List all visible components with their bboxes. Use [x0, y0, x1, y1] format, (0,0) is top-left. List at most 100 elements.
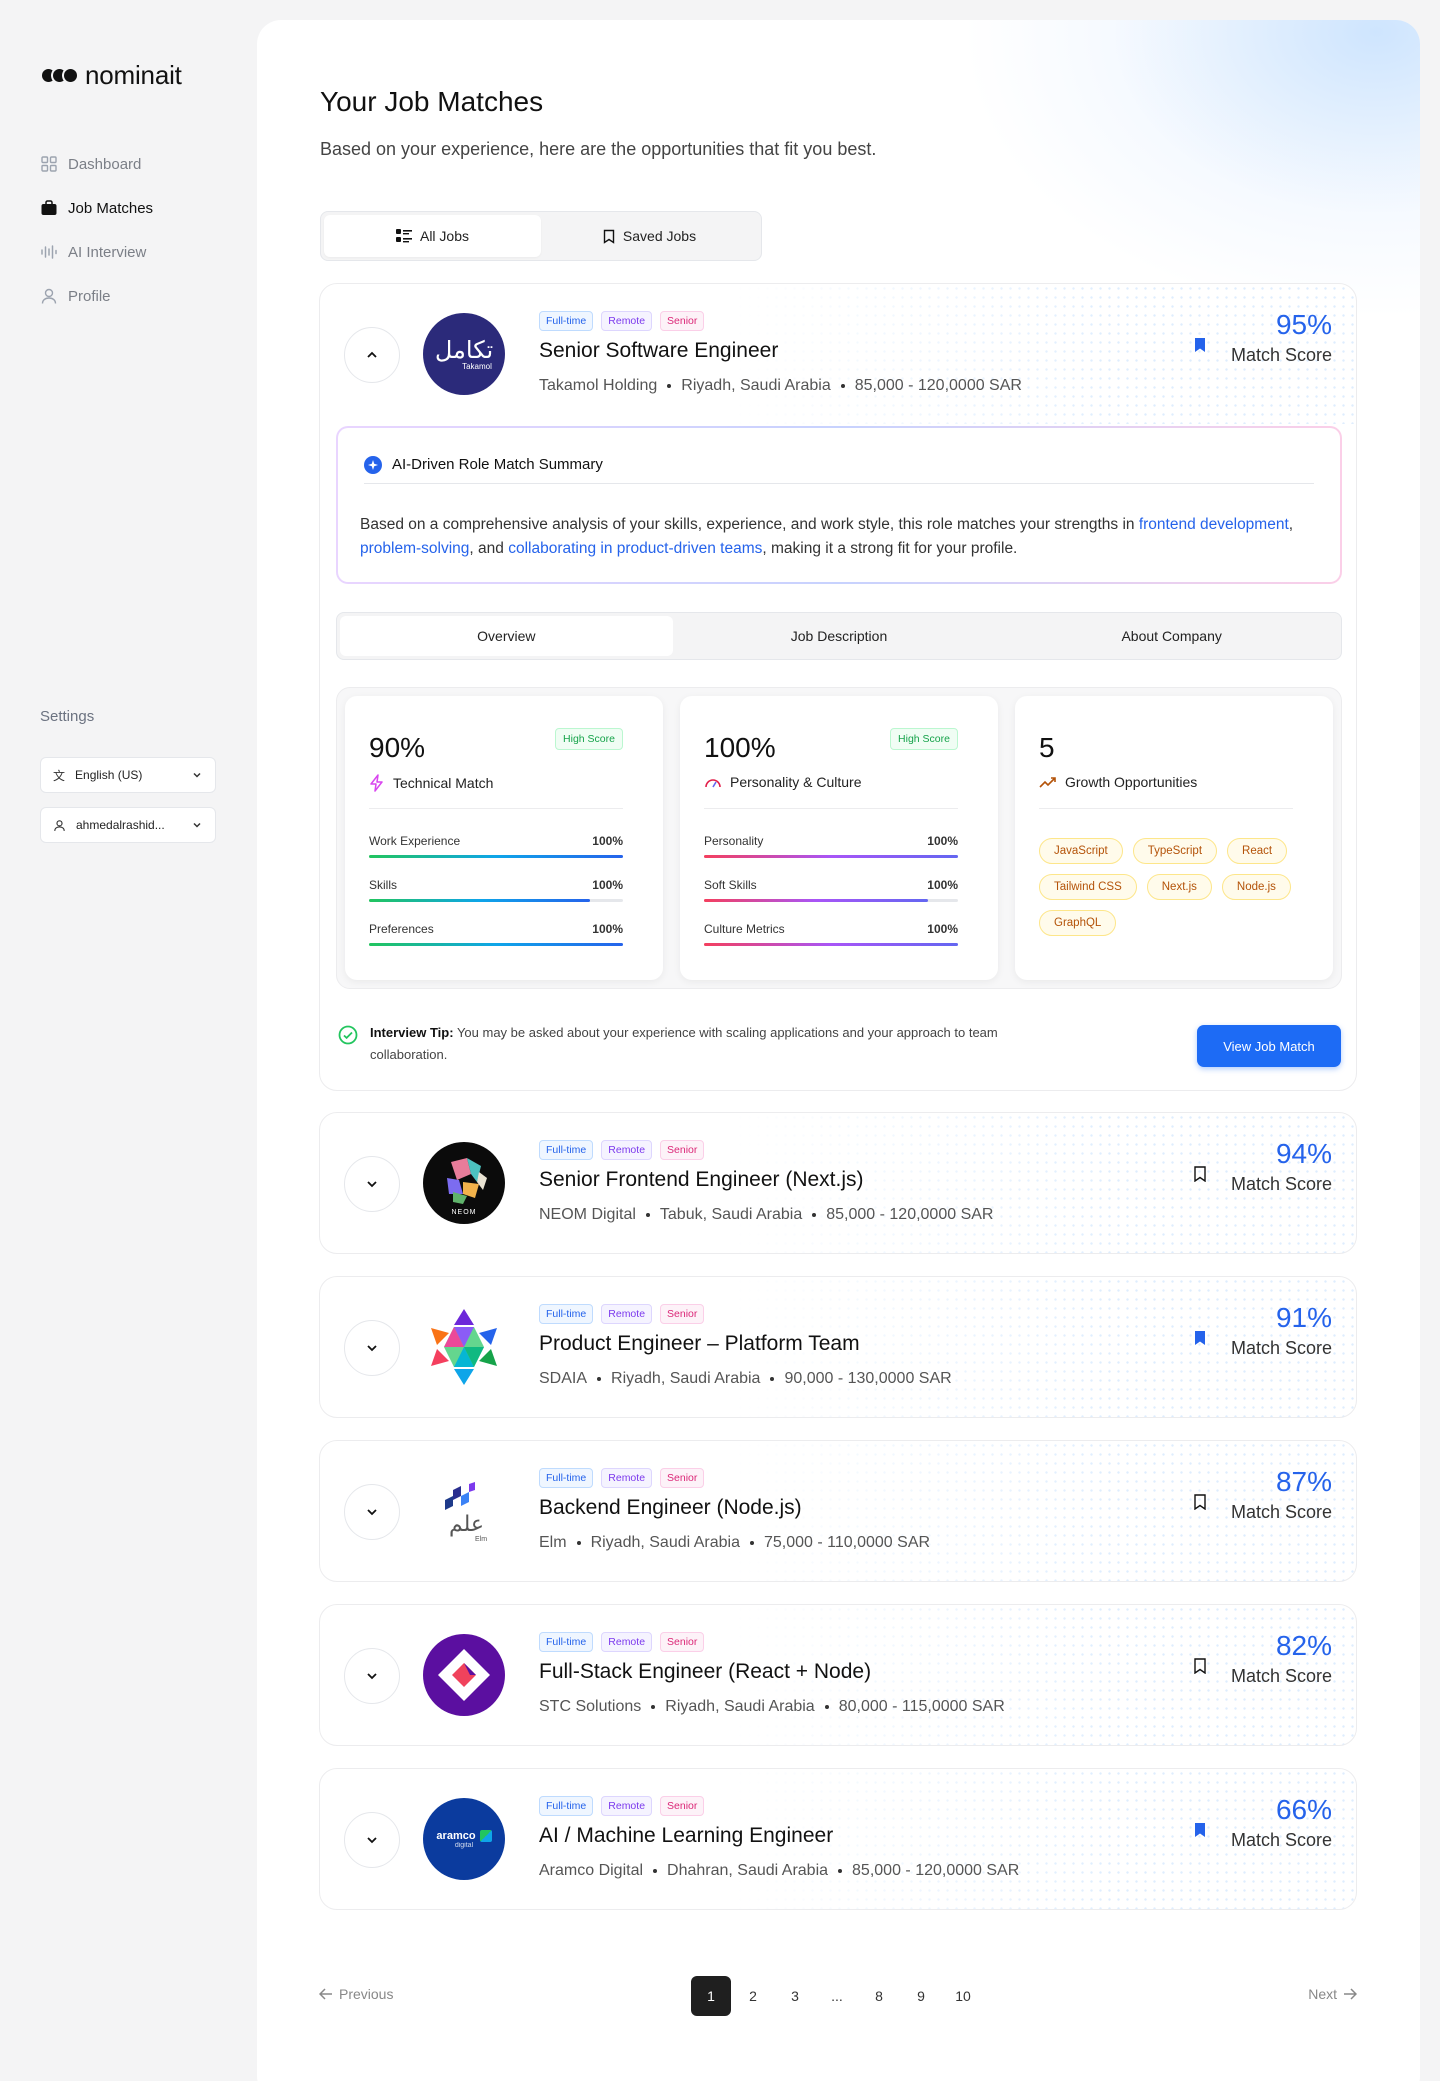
detail-tabs: Overview Job Description About Company [336, 612, 1342, 660]
chevron-down-icon [367, 1673, 377, 1680]
page-button[interactable]: 10 [943, 1976, 983, 2016]
metric-row: Work Experience 100% [369, 834, 623, 858]
expand-button[interactable] [344, 1484, 400, 1540]
metric-value: 5 [1039, 732, 1055, 763]
bookmark-button[interactable] [1182, 1648, 1218, 1684]
highlight: collaborating in product-driven teams [508, 540, 763, 557]
score-label: Match Score [1230, 1666, 1332, 1686]
next-button[interactable]: Next [1308, 1986, 1357, 2002]
badge-work-mode: Remote [601, 1304, 653, 1324]
page-ellipsis: ... [831, 1988, 843, 2004]
job-badges: Full-time Remote Senior [539, 1468, 705, 1488]
match-score: 82% Match Score [1231, 1630, 1332, 1687]
briefcase-icon [41, 200, 57, 215]
app-logo[interactable]: nominait [40, 60, 182, 91]
job-meta: Takamol Holding Riyadh, Saudi Arabia 85,… [539, 377, 1022, 395]
job-title[interactable]: Full-Stack Engineer (React + Node) [539, 1660, 871, 1684]
user-icon [41, 288, 57, 304]
job-title[interactable]: AI / Machine Learning Engineer [539, 1824, 833, 1848]
sidebar-item-dashboard[interactable]: Dashboard [40, 142, 153, 186]
aramco-star-icon [479, 1829, 492, 1842]
badge-work-mode: Remote [601, 1796, 653, 1816]
personality-culture-card: 100% High Score Personality & Culture Pe… [680, 696, 998, 980]
page-button[interactable]: 8 [859, 1976, 899, 2016]
company-name: STC Solutions [539, 1698, 642, 1715]
company-name: SDAIA [539, 1370, 588, 1387]
metric-row: Culture Metrics 100% [704, 922, 958, 946]
collapse-button[interactable] [344, 327, 400, 383]
sidebar-item-label: Dashboard [68, 155, 142, 173]
tab-about-company[interactable]: About Company [1005, 616, 1338, 656]
bookmark-button[interactable] [1182, 1156, 1218, 1192]
tab-saved-jobs[interactable]: Saved Jobs [541, 215, 758, 257]
aramco-logo: aramco digital [423, 1798, 505, 1880]
lightning-icon [370, 774, 383, 792]
expand-button[interactable] [344, 1648, 400, 1704]
page-button[interactable]: 2 [733, 1976, 773, 2016]
bookmark-icon [1194, 1494, 1206, 1510]
tab-all-jobs[interactable]: All Jobs [324, 215, 541, 257]
bookmark-button[interactable] [1182, 327, 1218, 363]
job-card: علم Elm Full-time Remote Senior Backend … [319, 1440, 1357, 1582]
skill-chip: GraphQL [1039, 910, 1117, 936]
tab-job-description[interactable]: Job Description [673, 616, 1006, 656]
job-title[interactable]: Backend Engineer (Node.js) [539, 1496, 802, 1520]
tab-label: Saved Jobs [622, 228, 697, 244]
badge-seniority: Senior [660, 1796, 705, 1816]
previous-button[interactable]: Previous [319, 1986, 393, 2002]
settings-label: Settings [40, 708, 95, 725]
bookmark-icon [603, 229, 615, 244]
sidebar-item-ai-interview[interactable]: AI Interview [40, 230, 153, 274]
sidebar-item-profile[interactable]: Profile [40, 274, 153, 318]
job-badges: Full-time Remote Senior [539, 311, 705, 331]
takamol-logo: تكامل Takamol [423, 313, 505, 395]
language-select[interactable]: 文 English (US) [40, 757, 216, 793]
progress-bar [369, 855, 623, 858]
expand-button[interactable] [344, 1812, 400, 1868]
expand-button[interactable] [344, 1320, 400, 1376]
bookmark-filled-icon [1195, 338, 1205, 352]
badge-work-mode: Remote [601, 1468, 653, 1488]
expand-button[interactable] [344, 1156, 400, 1212]
score-value: 95% [1275, 309, 1332, 340]
job-location: Tabuk, Saudi Arabia [659, 1206, 803, 1223]
skill-chip: Node.js [1221, 874, 1291, 900]
logo-text: digital [454, 1841, 474, 1849]
chevron-down-icon [367, 1181, 377, 1188]
job-meta: SDAIA Riyadh, Saudi Arabia 90,000 - 130,… [539, 1370, 952, 1388]
user-select[interactable]: ahmedalrashid... [40, 807, 216, 843]
score-value: 82% [1275, 1630, 1332, 1661]
list-icon [395, 229, 412, 243]
skill-chip: React [1227, 838, 1288, 864]
job-title[interactable]: Product Engineer – Platform Team [539, 1332, 860, 1356]
logo-text: aramco [436, 1829, 476, 1842]
score-value: 94% [1275, 1138, 1332, 1169]
bookmark-button[interactable] [1182, 1484, 1218, 1520]
progress-bar [704, 899, 928, 902]
job-card: Full-time Remote Senior Product Engineer… [319, 1276, 1357, 1418]
job-title[interactable]: Senior Frontend Engineer (Next.js) [539, 1168, 864, 1192]
language-value: English (US) [75, 768, 143, 782]
page-button[interactable]: 9 [901, 1976, 941, 2016]
bookmark-button[interactable] [1182, 1320, 1218, 1356]
progress-bar [369, 899, 590, 902]
bookmark-button[interactable] [1182, 1812, 1218, 1848]
job-salary: 85,000 - 120,0000 SAR [854, 377, 1022, 394]
page-button[interactable]: 1 [691, 1976, 731, 2016]
tab-label: All Jobs [419, 228, 470, 244]
page-button[interactable]: 3 [775, 1976, 815, 2016]
sidebar-item-job-matches[interactable]: Job Matches [40, 186, 153, 230]
skill-chip: JavaScript [1039, 838, 1123, 864]
tab-overview[interactable]: Overview [340, 616, 673, 656]
score-label: Match Score [1230, 1174, 1332, 1194]
metric-row: Soft Skills 100% [704, 878, 958, 902]
score-value: 66% [1275, 1794, 1332, 1825]
job-title[interactable]: Senior Software Engineer [539, 339, 778, 363]
job-card: Full-time Remote Senior Full-Stack Engin… [319, 1604, 1357, 1746]
summary-text: Based on a comprehensive analysis of you… [360, 516, 1294, 557]
view-job-match-button[interactable]: View Job Match [1197, 1025, 1341, 1067]
translate-icon: 文 [53, 768, 66, 783]
metrics-panel: 90% High Score Technical Match Work Expe… [336, 687, 1342, 989]
job-card: aramco digital Full-time Remote Senior A… [319, 1768, 1357, 1910]
job-salary: 90,000 - 130,0000 SAR [784, 1370, 952, 1387]
